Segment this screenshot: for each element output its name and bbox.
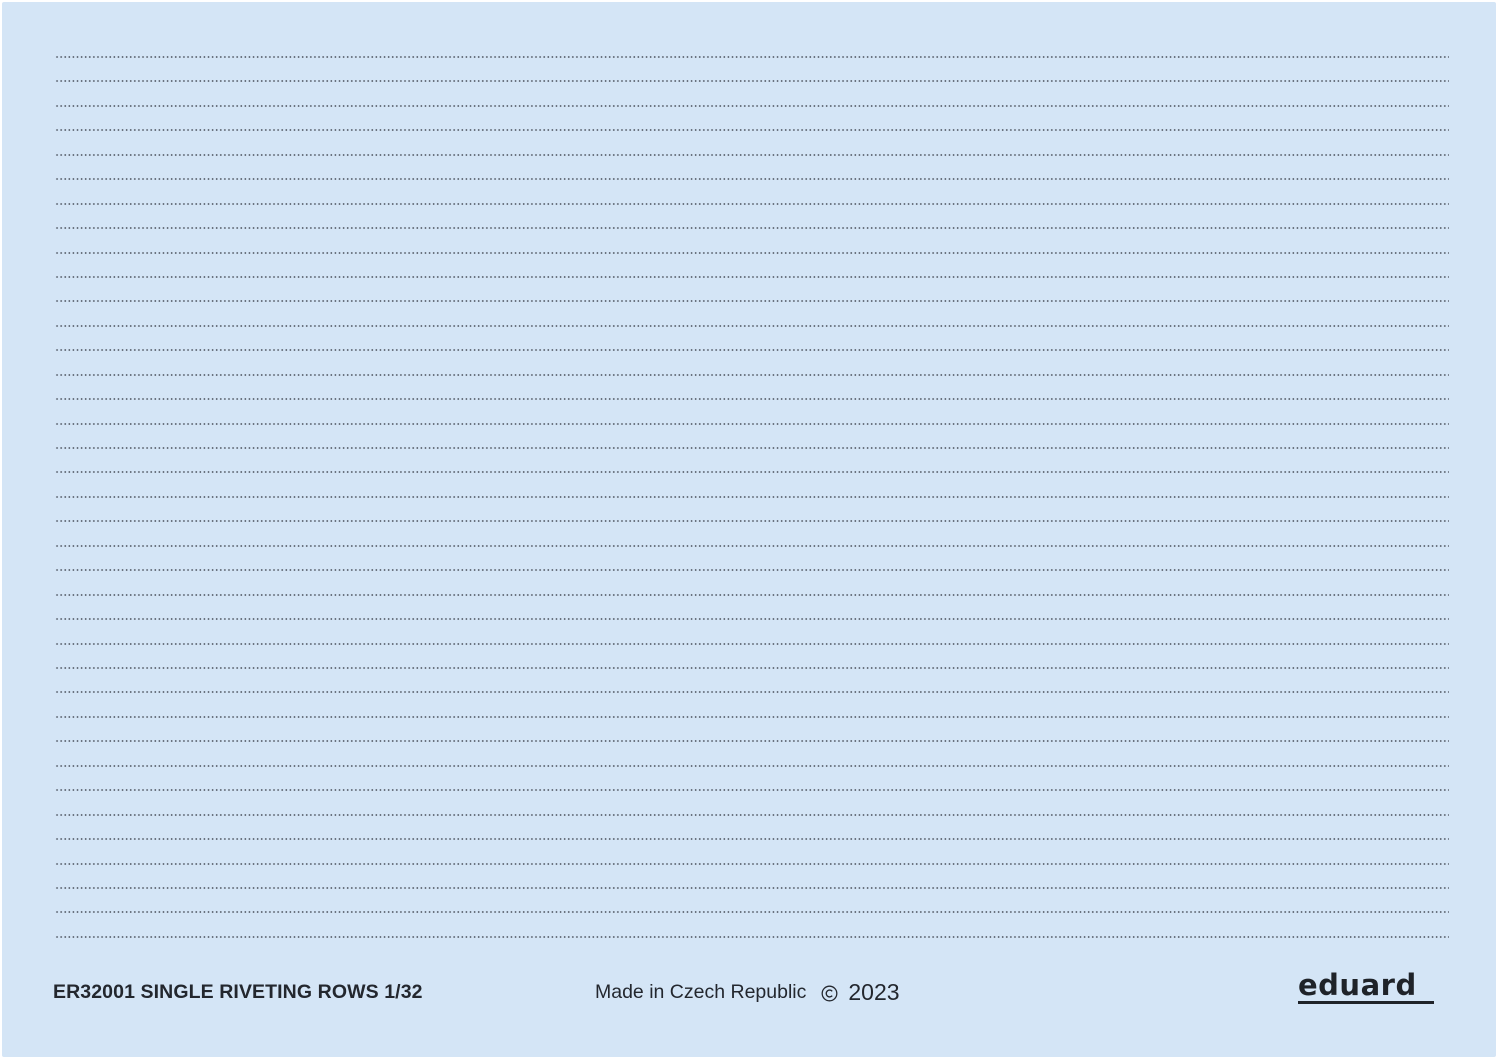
rivet-row [55, 275, 1449, 278]
rivet-row [55, 80, 1449, 83]
rivet-row [55, 398, 1449, 401]
rivet-row [55, 642, 1449, 645]
rivet-row [55, 56, 1449, 58]
rivet-row [55, 495, 1449, 498]
rivet-row [55, 886, 1449, 889]
rivet-row [55, 740, 1449, 743]
rivet-row [55, 471, 1449, 474]
rivet-row [55, 104, 1449, 107]
rivet-row [55, 764, 1449, 767]
rivet-row [55, 789, 1449, 792]
logo-underline [1298, 1001, 1434, 1004]
rivet-rows-area [55, 56, 1449, 946]
rivet-row [55, 129, 1449, 132]
rivet-row [55, 813, 1449, 816]
rivet-row [55, 373, 1449, 376]
rivet-row [55, 202, 1449, 205]
copyright-icon [821, 985, 838, 1001]
rivet-row [55, 251, 1449, 254]
rivet-row [55, 911, 1449, 914]
rivet-row [55, 667, 1449, 669]
rivet-row [55, 227, 1449, 230]
rivet-row [55, 544, 1449, 547]
rivet-row [55, 349, 1449, 352]
made-in-text: Made in Czech Republic [595, 980, 807, 1003]
rivet-row [55, 569, 1449, 572]
rivet-row [55, 715, 1449, 718]
decal-sheet: ER32001 SINGLE RIVETING ROWS 1/32 Made i… [2, 2, 1496, 1057]
rivet-row [55, 153, 1449, 156]
brand-name: eduard [1298, 968, 1417, 1002]
rivet-row [55, 178, 1449, 181]
rivet-row [55, 422, 1449, 425]
year-text: 2023 [848, 978, 900, 1005]
eduard-logo: eduard [1298, 970, 1434, 1010]
rivet-row [55, 838, 1449, 841]
rivet-row [55, 520, 1449, 523]
rivet-row [55, 447, 1449, 450]
rivet-row [55, 862, 1449, 865]
product-title: ER32001 SINGLE RIVETING ROWS 1/32 [53, 980, 423, 1003]
rivet-row [55, 300, 1449, 303]
rivet-row [55, 935, 1449, 938]
rivet-row [55, 324, 1449, 327]
rivet-row [55, 618, 1449, 621]
rivet-row [55, 593, 1449, 596]
rivet-row [55, 691, 1449, 694]
made-in-line: Made in Czech Republic 2023 [595, 976, 900, 1008]
